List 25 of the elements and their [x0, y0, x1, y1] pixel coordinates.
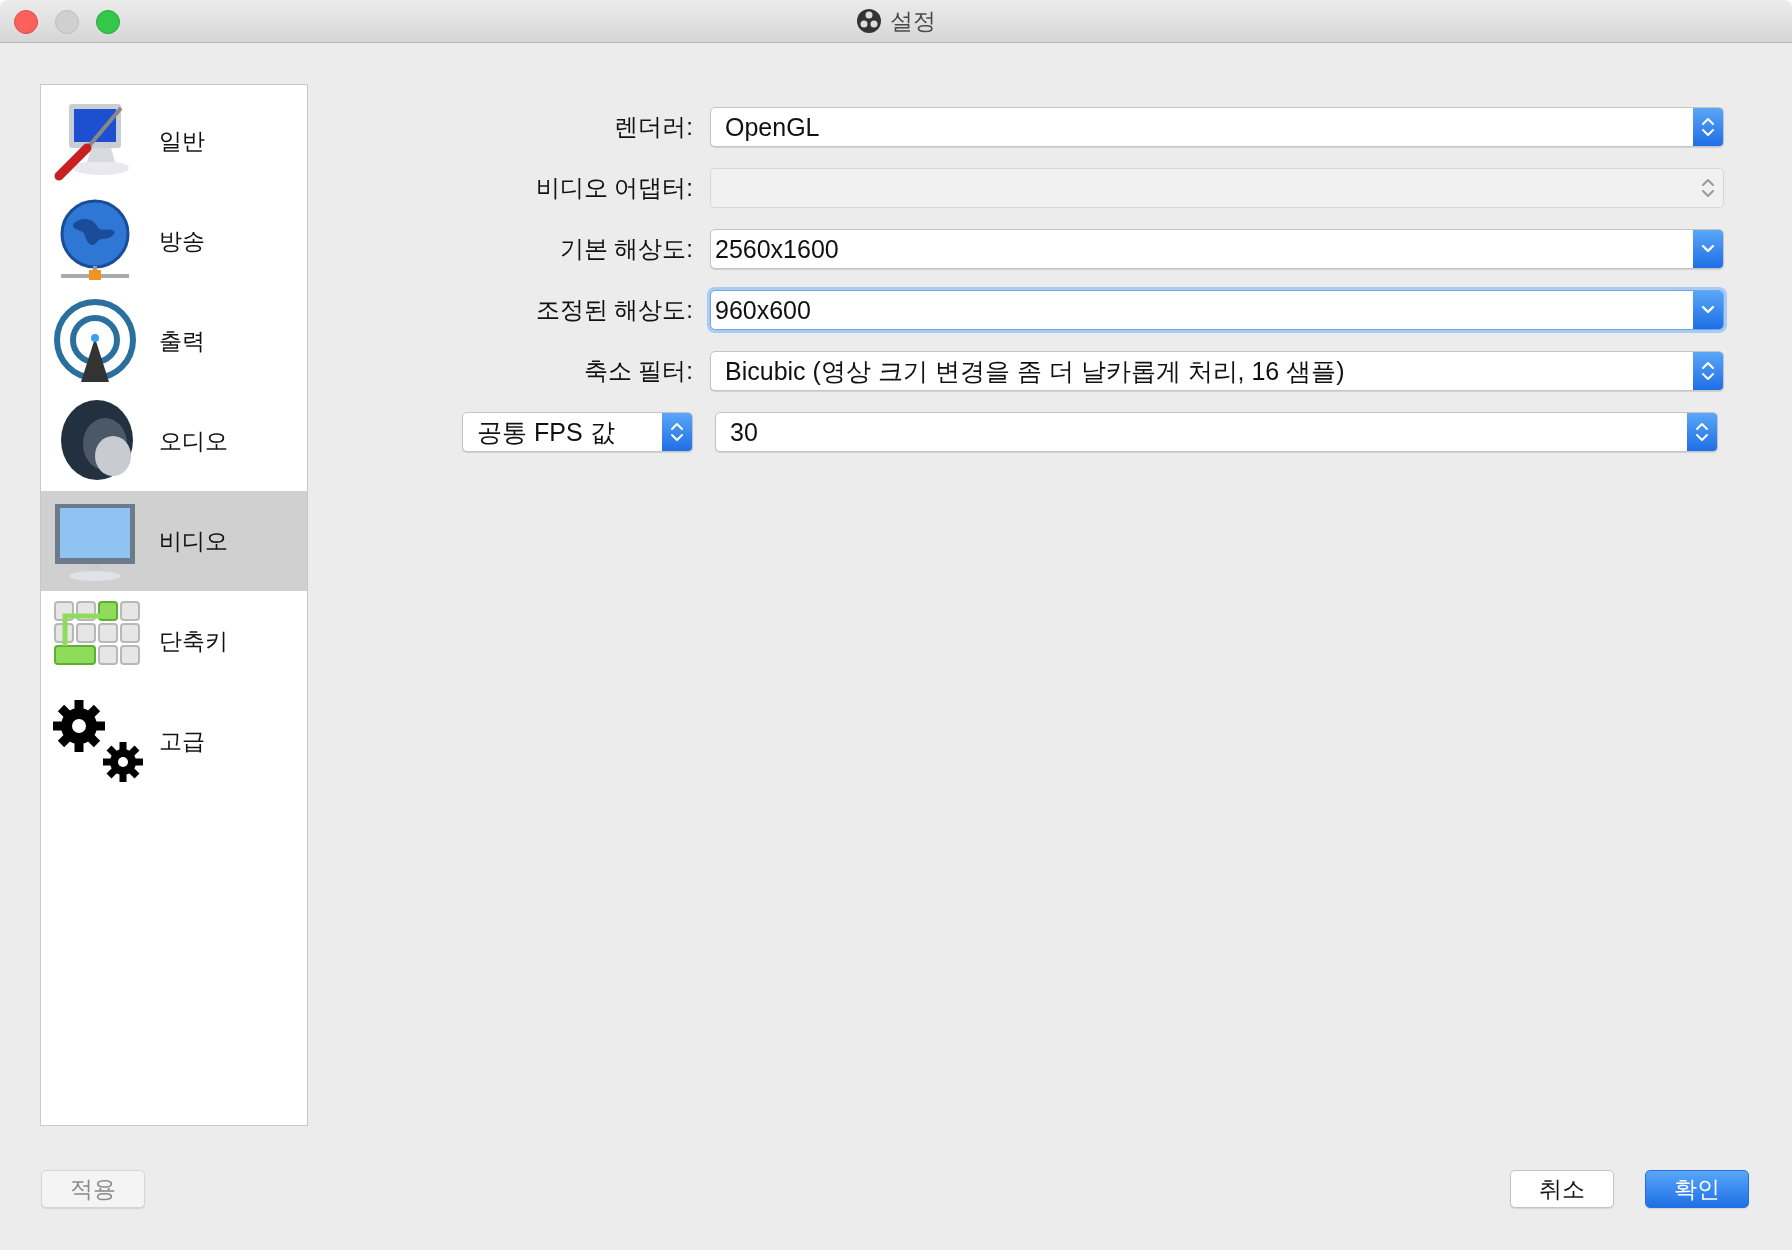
sidebar-item[interactable]: 오디오	[41, 391, 307, 491]
window-title: 설정	[890, 6, 936, 36]
sidebar-item[interactable]: 출력	[41, 291, 307, 391]
combo-box[interactable]: 2560x1600	[710, 229, 1724, 269]
sidebar-item[interactable]: 방송	[41, 191, 307, 291]
combo-box[interactable]: 960x600	[710, 290, 1724, 330]
field-label: 렌더러:	[613, 112, 693, 142]
dropdown[interactable]: OpenGL	[710, 107, 1724, 147]
sidebar-item[interactable]: 비디오	[41, 491, 307, 591]
field-label: 비디오 어댑터:	[534, 173, 693, 203]
field-label: 조정된 해상도:	[534, 295, 693, 325]
field-label: 축소 필터:	[582, 356, 693, 386]
app-logo-icon	[856, 8, 882, 34]
dropdown[interactable]: Bicubic (영상 크기 변경을 좀 더 날카롭게 처리, 16 샘플)	[710, 351, 1724, 391]
dropdown[interactable]: 30	[715, 412, 1718, 452]
sidebar-item[interactable]: 일반	[41, 91, 307, 191]
zoom-button[interactable]	[96, 10, 120, 34]
dropdown[interactable]: 공통 FPS 값	[462, 412, 693, 452]
sidebar-item[interactable]: 단축키	[41, 591, 307, 691]
cancel-button[interactable]: 취소	[1510, 1170, 1614, 1208]
field-label: 기본 해상도:	[558, 234, 693, 264]
minimize-button[interactable]	[55, 10, 79, 34]
close-button[interactable]	[14, 10, 38, 34]
sidebar-item[interactable]: 고급	[41, 691, 307, 791]
gears-icon	[51, 698, 143, 784]
